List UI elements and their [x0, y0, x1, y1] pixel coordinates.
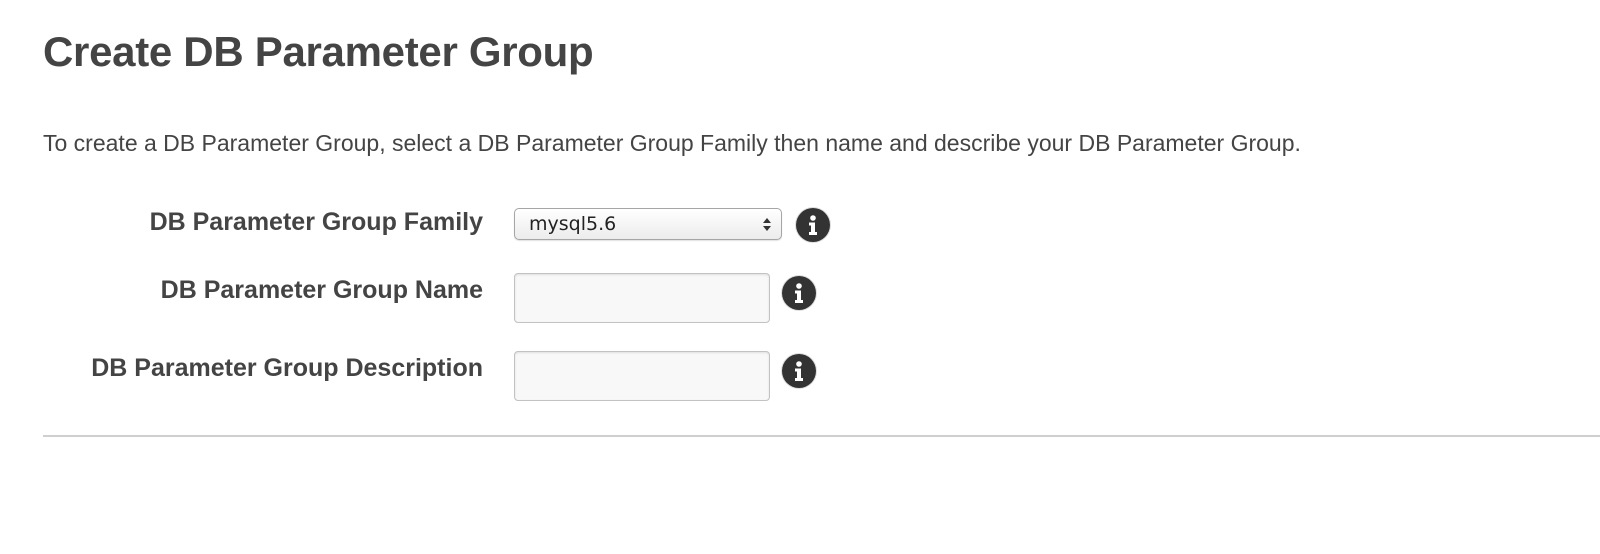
- select-arrows-icon: [763, 217, 771, 231]
- family-label: DB Parameter Group Family: [149, 208, 483, 236]
- family-select-value: mysql5.6: [529, 213, 617, 235]
- create-db-parameter-group-page: Create DB Parameter Group To create a DB…: [0, 0, 1600, 554]
- description-info-icon[interactable]: [782, 354, 816, 388]
- name-input[interactable]: [514, 273, 770, 323]
- name-info-icon[interactable]: [782, 276, 816, 310]
- page-description: To create a DB Parameter Group, select a…: [43, 130, 1301, 156]
- family-info-icon[interactable]: [796, 208, 830, 242]
- description-input[interactable]: [514, 351, 770, 401]
- description-label: DB Parameter Group Description: [91, 354, 483, 382]
- name-label: DB Parameter Group Name: [160, 276, 483, 304]
- family-select[interactable]: mysql5.6: [514, 208, 782, 240]
- page-title: Create DB Parameter Group: [43, 28, 594, 75]
- section-divider: [43, 435, 1600, 437]
